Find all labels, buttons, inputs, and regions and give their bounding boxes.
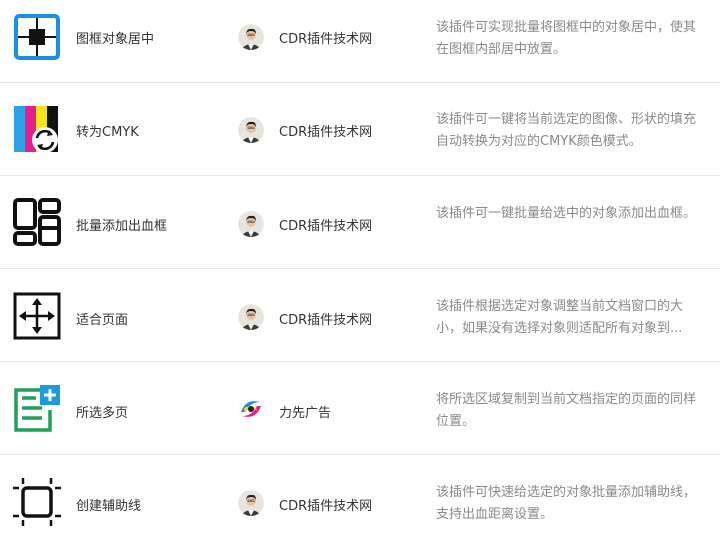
- author-avatar-person: [238, 211, 264, 237]
- plugin-name[interactable]: 转为CMYK: [76, 121, 139, 140]
- author-avatar-person: [238, 24, 264, 50]
- plugin-name[interactable]: 批量添加出血框: [76, 215, 167, 234]
- center-frame-icon: [14, 14, 60, 60]
- plugin-description: 该插件可一键将当前选定的图像、形状的填充自动转换为对应的CMYK颜色模式。: [436, 112, 697, 149]
- plugin-description: 该插件可一键批量给选中的对象添加出血框。: [436, 206, 697, 221]
- author-avatar-person: [238, 490, 264, 516]
- plugin-name[interactable]: 所选多页: [76, 402, 128, 421]
- author-name[interactable]: CDR插件技术网: [279, 215, 372, 234]
- plugin-description: 将所选区域复制到当前文档指定的页面的同样位置。: [436, 392, 697, 429]
- guideline-icon: [13, 478, 61, 526]
- author-name[interactable]: CDR插件技术网: [279, 495, 372, 514]
- plugin-description: 该插件可快速给选定的对象批量添加辅助线，支持出血距离设置。: [436, 485, 697, 522]
- plugin-name[interactable]: 图框对象居中: [76, 28, 154, 47]
- bleed-frame-icon: [13, 198, 61, 246]
- plugin-row-cmyk[interactable]: 转为CMYK CDR插件技术网 该插件可一键将当前选定的图像、形状的填充自动转换…: [0, 83, 720, 176]
- plugin-row-bleed-frame[interactable]: 批量添加出血框 CDR插件技术网 该插件可一键批量给选中的对象添加出血框。: [0, 176, 720, 269]
- author-avatar-person: [238, 117, 264, 143]
- author-name[interactable]: CDR插件技术网: [279, 309, 372, 328]
- plugin-list: 图框对象居中 CDR插件技术网 该插件可实现批量将图框中的对象居中，使其在图框内…: [0, 0, 720, 543]
- cmyk-convert-icon: [14, 106, 58, 153]
- multi-page-icon: [14, 385, 60, 432]
- plugin-name[interactable]: 创建辅助线: [76, 495, 141, 514]
- author-name[interactable]: CDR插件技术网: [279, 121, 372, 140]
- author-avatar-person: [238, 304, 264, 330]
- plugin-description: 该插件根据选定对象调整当前文档窗口的大小，如果没有选择对象则适配所有对象到...: [436, 299, 684, 336]
- plugin-name[interactable]: 适合页面: [76, 309, 128, 328]
- author-avatar-logo: [238, 396, 264, 422]
- plugin-row-guideline[interactable]: 创建辅助线 CDR插件技术网 该插件可快速给选定的对象批量添加辅助线，支持出血距…: [0, 455, 720, 543]
- fit-page-icon: [13, 292, 61, 340]
- plugin-row-fit-page[interactable]: 适合页面 CDR插件技术网 该插件根据选定对象调整当前文档窗口的大小，如果没有选…: [0, 269, 720, 362]
- plugin-description: 该插件可实现批量将图框中的对象居中，使其在图框内部居中放置。: [436, 20, 697, 57]
- plugin-row-center-frame[interactable]: 图框对象居中 CDR插件技术网 该插件可实现批量将图框中的对象居中，使其在图框内…: [0, 0, 720, 83]
- author-name[interactable]: 力先广告: [279, 402, 331, 421]
- plugin-row-multi-page[interactable]: 所选多页 力先广告 将所选区域复制到当前文档指定的页面的同样位置。: [0, 362, 720, 455]
- author-name[interactable]: CDR插件技术网: [279, 28, 372, 47]
